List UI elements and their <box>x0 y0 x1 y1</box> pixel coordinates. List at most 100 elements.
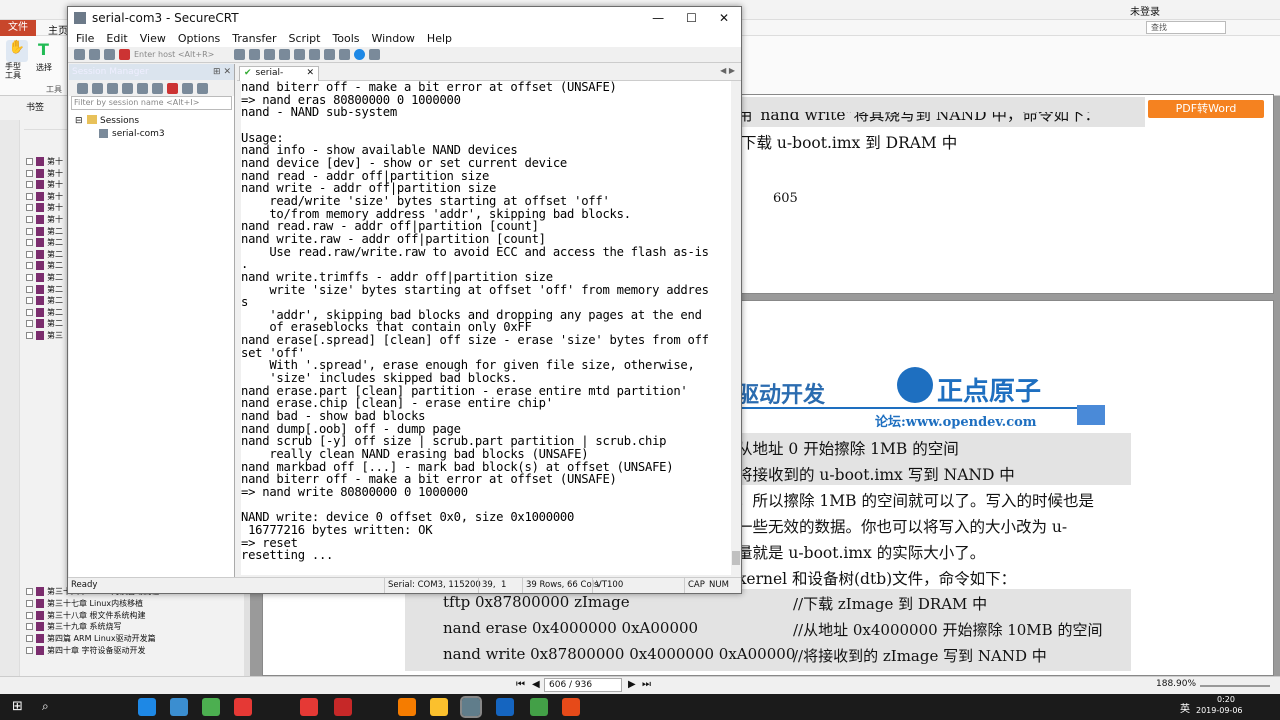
terminal-scrollbar[interactable] <box>731 81 741 575</box>
expand-icon[interactable] <box>26 227 33 235</box>
disconnect-icon[interactable] <box>119 49 130 60</box>
help-icon[interactable] <box>354 49 365 60</box>
last-page-icon[interactable]: ⏭ <box>642 679 651 690</box>
bookmark-item[interactable]: 第十 <box>26 156 63 167</box>
close-icon[interactable]: ✕ <box>719 11 729 25</box>
bookmark-item[interactable]: 第二 <box>26 272 63 283</box>
menu-edit[interactable]: Edit <box>106 32 127 45</box>
expand-icon[interactable] <box>26 647 33 654</box>
session-delete-icon[interactable] <box>167 82 178 94</box>
app-icon-2[interactable] <box>202 698 220 716</box>
crt-title-bar[interactable]: serial-com3 - SecureCRT — ☐ ✕ <box>68 7 741 29</box>
home-tab[interactable]: 主页 <box>48 22 68 37</box>
terminal-output[interactable]: nand biterr off - make a bit error at of… <box>241 81 731 575</box>
enter-host-input[interactable]: Enter host <Alt+R> <box>134 50 230 59</box>
ime-indicator[interactable]: 英 <box>1180 700 1190 715</box>
app-icon-6[interactable] <box>398 698 416 716</box>
app-icon-8[interactable] <box>530 698 548 716</box>
session-properties-icon[interactable] <box>182 82 193 94</box>
properties-icon[interactable] <box>309 49 320 60</box>
pdf-to-word-button[interactable]: PDF转Word <box>1148 100 1264 118</box>
tab-serial-com3[interactable]: ✔ serial-com3 ✕ <box>239 66 319 91</box>
page-number-input[interactable]: 606 / 936 <box>544 678 622 692</box>
session-connect-icon[interactable] <box>77 82 88 94</box>
expand-icon[interactable] <box>26 285 33 293</box>
app-icon-4[interactable] <box>300 698 318 716</box>
zoom-slider[interactable] <box>1200 685 1270 687</box>
expand-icon[interactable] <box>26 274 33 281</box>
bookmark-item[interactable]: 第十 <box>26 214 63 225</box>
bookmark-item[interactable]: 第二 <box>26 284 63 295</box>
hand-tool-icon[interactable]: ✋ <box>6 40 28 62</box>
expand-icon[interactable] <box>26 192 33 200</box>
minimize-icon[interactable]: — <box>652 11 664 25</box>
select-tool-icon[interactable]: T <box>38 40 49 59</box>
tree-sessions[interactable]: Sessions <box>100 116 139 126</box>
bookmark-item[interactable]: 第十 <box>26 179 63 190</box>
app-icon-1[interactable] <box>170 698 188 716</box>
scroll-thumb[interactable] <box>732 551 740 565</box>
expand-icon[interactable] <box>26 623 33 631</box>
expand-icon[interactable] <box>26 308 33 316</box>
expand-icon[interactable] <box>26 297 33 305</box>
connect-tab-icon[interactable] <box>104 49 115 60</box>
bookmark-item[interactable]: 第三十八章 根文件系统构建 <box>26 610 146 621</box>
bookmark-item[interactable]: 第三十七章 Linux内核移植 <box>26 598 143 609</box>
windows-start-icon[interactable]: ⊞ <box>12 699 23 714</box>
menu-tools[interactable]: Tools <box>332 32 359 45</box>
app-icon-3[interactable] <box>234 698 252 716</box>
bookmark-item[interactable]: 第二 <box>26 307 63 318</box>
clock-date[interactable]: 2019-09-06 <box>1196 706 1243 715</box>
app-icon-5[interactable] <box>334 698 352 716</box>
expand-icon[interactable] <box>26 239 33 247</box>
expand-icon[interactable] <box>26 332 33 339</box>
bookmark-item[interactable]: 第二 <box>26 295 63 306</box>
session-filter-input[interactable]: Filter by session name <Alt+I> <box>71 96 232 110</box>
paste-icon[interactable] <box>249 49 260 60</box>
sftp-icon[interactable] <box>324 49 335 60</box>
bookmark-item[interactable]: 第十 <box>26 202 63 213</box>
expand-icon[interactable] <box>26 158 33 165</box>
session-paste-icon[interactable] <box>152 82 163 94</box>
app-icon-7[interactable] <box>430 698 448 716</box>
keymap-icon[interactable] <box>339 49 350 60</box>
pdf-reader-taskbar-icon[interactable] <box>562 698 580 716</box>
expand-icon[interactable] <box>26 320 33 328</box>
menu-view[interactable]: View <box>140 32 166 45</box>
session-tab-icon[interactable] <box>92 82 103 94</box>
menu-window[interactable]: Window <box>372 32 415 45</box>
expand-icon[interactable] <box>26 588 33 595</box>
connect-icon[interactable] <box>74 49 85 60</box>
search-icon[interactable]: ⌕ <box>42 699 49 714</box>
expand-icon[interactable] <box>26 635 33 643</box>
tree-expand-icon[interactable]: ⊟ <box>75 116 83 126</box>
tree-serial-com3[interactable]: serial-com3 <box>112 129 165 139</box>
bookmark-item[interactable]: 第二 <box>26 237 63 248</box>
expand-icon[interactable] <box>26 181 33 189</box>
edge-icon[interactable] <box>138 698 156 716</box>
securecrt-taskbar-icon[interactable] <box>460 696 482 718</box>
menu-transfer[interactable]: Transfer <box>232 32 276 45</box>
next-page-icon[interactable]: ▶ <box>628 679 636 690</box>
tab-scroll-icon[interactable]: ◀ ▶ <box>720 66 735 75</box>
expand-icon[interactable] <box>26 262 33 270</box>
tab-close-icon[interactable]: ✕ <box>306 67 318 81</box>
expand-icon[interactable] <box>26 250 33 258</box>
pin-icon[interactable]: ⊞ ✕ <box>213 64 234 80</box>
not-logged-in-label[interactable]: 未登录 <box>1130 3 1160 18</box>
options-icon[interactable] <box>369 49 380 60</box>
bookmark-item[interactable]: 第三 <box>26 330 63 341</box>
bookmark-item[interactable]: 第二 <box>26 226 63 237</box>
maximize-icon[interactable]: ☐ <box>686 11 697 25</box>
bookmark-item[interactable]: 第三十九章 系统烧写 <box>26 621 122 632</box>
clock-time[interactable]: 0:20 <box>1206 695 1246 704</box>
session-new-icon[interactable] <box>107 82 118 94</box>
find-icon[interactable] <box>279 49 290 60</box>
expand-icon[interactable] <box>26 611 33 619</box>
expand-icon[interactable] <box>26 204 33 212</box>
first-page-icon[interactable]: ⏮ <box>516 679 525 690</box>
zoom-level[interactable]: 188.90% <box>1156 679 1196 689</box>
expand-icon[interactable] <box>26 216 33 223</box>
bookmark-item[interactable]: 第二 <box>26 249 63 260</box>
pdf-search-input[interactable]: 查找 <box>1146 21 1226 34</box>
